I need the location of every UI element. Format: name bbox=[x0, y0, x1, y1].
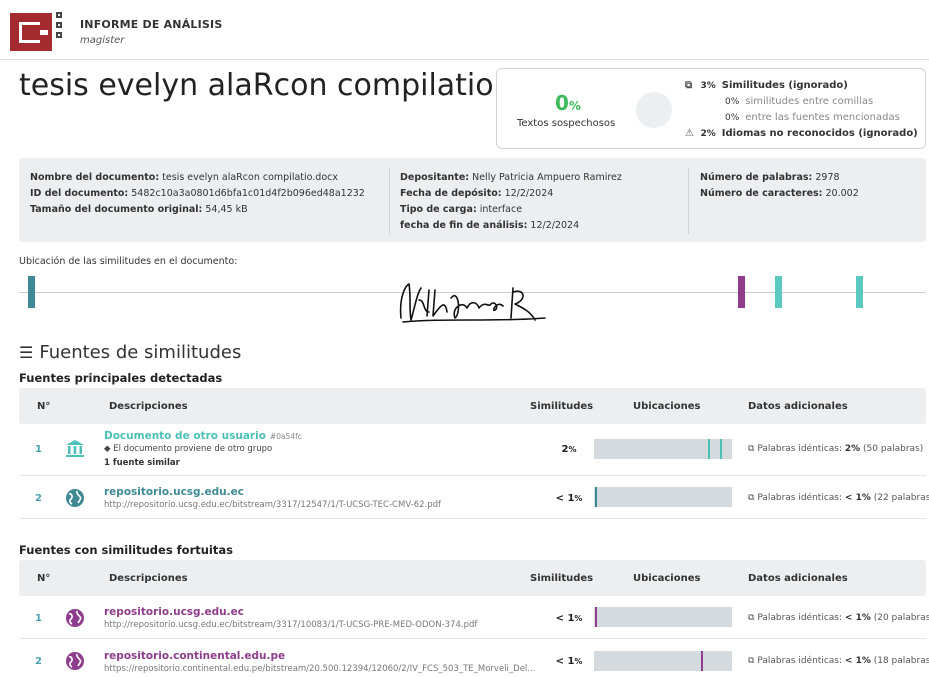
copy-icon: ⧉ bbox=[685, 80, 693, 91]
col-descriptions: Descripciones bbox=[109, 573, 188, 584]
similarity-summary: 0% Textos sospechosos ⧉ 3% Similitudes (i… bbox=[496, 68, 926, 149]
location-bar-marker bbox=[701, 651, 703, 671]
col-similarities: Similitudes bbox=[530, 401, 594, 412]
similarity-location-marker[interactable] bbox=[738, 276, 746, 308]
info-column-deposit: Depositante: Nelly Patricia Ampuero Rami… bbox=[400, 172, 622, 231]
tag-icon: ◆ bbox=[104, 444, 111, 454]
similarities-line: ⧉ 3% Similitudes (ignorado) bbox=[685, 80, 848, 91]
col-additional: Datos adicionales bbox=[748, 401, 848, 412]
languages-line: ⚠ 2% Idiomas no reconocidos (ignorado) bbox=[685, 128, 918, 139]
source-row[interactable]: 1 Documento de otro usuario #0a54fc ◆ El … bbox=[19, 424, 926, 476]
location-bar-marker bbox=[720, 439, 722, 459]
col-locations: Ubicaciones bbox=[633, 573, 701, 584]
similarity-location-marker[interactable] bbox=[28, 276, 36, 308]
suspicious-label: Textos sospechosos bbox=[517, 118, 616, 129]
info-column-counts: Número de palabras: 2978 Número de carac… bbox=[700, 172, 859, 199]
main-sources-header: N° Descripciones Similitudes Ubicaciones… bbox=[19, 388, 926, 424]
similarity-location-marker[interactable] bbox=[856, 276, 864, 308]
report-subtitle: magister bbox=[80, 35, 125, 46]
sources-section-title: ☰ Fuentes de similitudes bbox=[19, 342, 242, 363]
similar-sources-count: 1 fuente similar bbox=[104, 458, 180, 468]
globe-icon bbox=[66, 652, 84, 670]
col-number: N° bbox=[37, 573, 51, 584]
suspicious-percent: 0% bbox=[555, 91, 581, 115]
globe-icon bbox=[66, 609, 84, 627]
location-bar-marker bbox=[708, 439, 710, 459]
copy-icon: ⧉ bbox=[748, 613, 755, 623]
location-bar-marker bbox=[595, 487, 597, 507]
globe-icon bbox=[66, 489, 84, 507]
source-name[interactable]: Documento de otro usuario #0a54fc bbox=[104, 430, 302, 442]
identical-words: ⧉ Palabras idénticas: < 1% (18 palabras) bbox=[748, 656, 929, 666]
mentioned-sources-line: 0% entre las fuentes mencionadas bbox=[725, 112, 900, 123]
similarity-value: < 1% bbox=[555, 656, 583, 667]
similarity-value: < 1% bbox=[555, 613, 583, 624]
location-bar[interactable] bbox=[594, 487, 732, 507]
source-row[interactable]: 2 repositorio.ucsg.edu.ec http://reposit… bbox=[19, 477, 929, 519]
copy-icon: ⧉ bbox=[748, 493, 755, 503]
identical-words: ⧉ Palabras idénticas: 2% (50 palabras) bbox=[748, 444, 924, 454]
source-name[interactable]: repositorio.ucsg.edu.ec bbox=[104, 486, 244, 498]
similarity-value: 2% bbox=[561, 444, 577, 455]
top-bar: INFORME DE ANÁLISIS magister bbox=[0, 0, 929, 60]
fortuitous-sources-header: N° Descripciones Similitudes Ubicaciones… bbox=[19, 560, 926, 596]
location-bar-marker bbox=[595, 607, 597, 627]
list-icon: ☰ bbox=[19, 343, 34, 362]
document-info-panel: Nombre del documento: tesis evelyn alaRc… bbox=[19, 158, 926, 242]
source-name[interactable]: repositorio.continental.edu.pe bbox=[104, 650, 285, 662]
document-title: tesis evelyn alaRcon compilatio bbox=[19, 68, 494, 103]
fortuitous-sources-heading: Fuentes con similitudes fortuitas bbox=[19, 543, 233, 557]
copy-icon: ⧉ bbox=[748, 656, 755, 666]
source-row[interactable]: 2 repositorio.continental.edu.pe https:/… bbox=[19, 640, 929, 677]
source-name[interactable]: repositorio.ucsg.edu.ec bbox=[104, 606, 244, 618]
source-note: ◆ El documento proviene de otro grupo bbox=[104, 444, 273, 454]
col-descriptions: Descripciones bbox=[109, 401, 188, 412]
source-url[interactable]: https://repositorio.continental.edu.pe/b… bbox=[104, 664, 535, 674]
similarity-donut bbox=[636, 92, 672, 128]
quotes-line: 0% similitudes entre comillas bbox=[725, 96, 874, 107]
location-label: Ubicación de las similitudes en el docum… bbox=[19, 256, 238, 267]
language-warning-icon: ⚠ bbox=[685, 128, 694, 139]
source-url[interactable]: http://repositorio.ucsg.edu.ec/bitstream… bbox=[104, 620, 477, 630]
row-number: 1 bbox=[35, 444, 42, 455]
identical-words: ⧉ Palabras idénticas: < 1% (20 palabras) bbox=[748, 613, 929, 623]
info-column-document: Nombre del documento: tesis evelyn alaRc… bbox=[30, 172, 365, 215]
compilatio-logo bbox=[10, 13, 52, 51]
row-number: 2 bbox=[35, 493, 42, 504]
source-url[interactable]: http://repositorio.ucsg.edu.ec/bitstream… bbox=[104, 500, 441, 510]
info-divider bbox=[389, 168, 390, 234]
copy-icon: ⧉ bbox=[748, 444, 755, 454]
similarity-location-marker[interactable] bbox=[774, 276, 782, 308]
location-bar[interactable] bbox=[594, 607, 732, 627]
location-bar[interactable] bbox=[594, 651, 732, 671]
logo-mark-icon bbox=[56, 12, 64, 52]
identical-words: ⧉ Palabras idénticas: < 1% (22 palabras) bbox=[748, 493, 929, 503]
source-row[interactable]: 1 repositorio.ucsg.edu.ec http://reposit… bbox=[19, 597, 929, 639]
handwritten-signature bbox=[399, 283, 546, 323]
location-bar[interactable] bbox=[594, 439, 732, 459]
col-number: N° bbox=[37, 401, 51, 412]
report-title: INFORME DE ANÁLISIS bbox=[80, 18, 223, 31]
main-sources-heading: Fuentes principales detectadas bbox=[19, 371, 223, 385]
col-similarities: Similitudes bbox=[530, 573, 594, 584]
row-number: 2 bbox=[35, 656, 42, 667]
similarity-value: < 1% bbox=[555, 493, 583, 504]
info-divider bbox=[688, 168, 689, 234]
col-locations: Ubicaciones bbox=[633, 401, 701, 412]
col-additional: Datos adicionales bbox=[748, 573, 848, 584]
row-number: 1 bbox=[35, 613, 42, 624]
institution-icon bbox=[66, 440, 84, 457]
